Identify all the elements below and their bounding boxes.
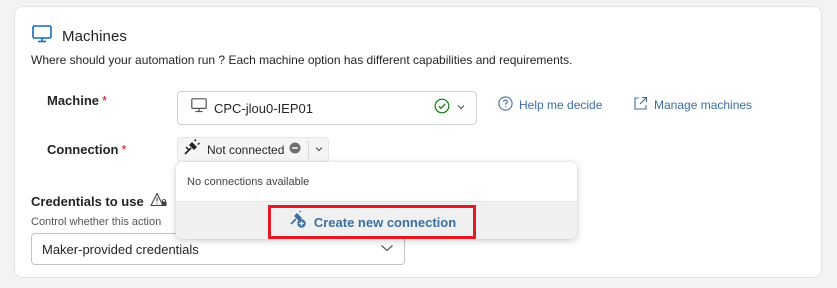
manage-machines-label: Manage machines [654, 98, 753, 112]
manage-machines-link[interactable]: Manage machines [633, 96, 752, 114]
connection-dropdown-flyout: No connections available Create new conn… [176, 162, 577, 239]
available-check-icon [434, 98, 450, 119]
connection-value: Not connected [207, 143, 285, 157]
required-mark: * [121, 142, 127, 157]
help-me-decide-label: Help me decide [519, 98, 603, 112]
chevron-down-icon[interactable] [380, 240, 394, 258]
no-connections-text: No connections available [187, 176, 310, 188]
computer-icon [191, 98, 207, 118]
credentials-value: Maker-provided credentials [42, 241, 199, 257]
required-mark: * [102, 93, 108, 108]
machine-label: Machine * [47, 93, 107, 108]
credentials-description: Control whether this action [31, 216, 162, 228]
connection-label-text: Connection [47, 142, 119, 157]
divider [308, 141, 310, 159]
plug-disconnected-icon [182, 138, 201, 162]
warning-lock-icon [150, 192, 168, 211]
credentials-label: Credentials to use [31, 192, 168, 211]
section-title: Machines [62, 28, 127, 45]
machine-value: CPC-jlou0-IEP01 [214, 100, 313, 116]
chevron-down-icon[interactable] [314, 141, 324, 159]
create-new-connection-label: Create new connection [313, 214, 457, 230]
section-description: Where should your automation run ? Each … [31, 53, 573, 67]
create-new-connection-button[interactable]: Create new connection [268, 205, 476, 239]
credentials-label-text: Credentials to use [31, 194, 144, 209]
add-connection-icon [288, 210, 308, 234]
blocked-status-icon [289, 141, 301, 159]
help-me-decide-link[interactable]: Help me decide [498, 96, 602, 114]
open-external-icon [633, 96, 648, 114]
machine-label-text: Machine [47, 93, 100, 108]
monitor-icon [32, 25, 52, 48]
chevron-down-icon[interactable] [456, 99, 466, 117]
connection-label: Connection * [47, 142, 127, 157]
create-connection-row: Create new connection [176, 202, 577, 239]
connection-select[interactable]: Not connected [177, 137, 330, 163]
help-circle-icon [498, 96, 513, 114]
section-header: Machines [32, 25, 127, 48]
machine-select[interactable]: CPC-jlou0-IEP01 [177, 91, 477, 125]
